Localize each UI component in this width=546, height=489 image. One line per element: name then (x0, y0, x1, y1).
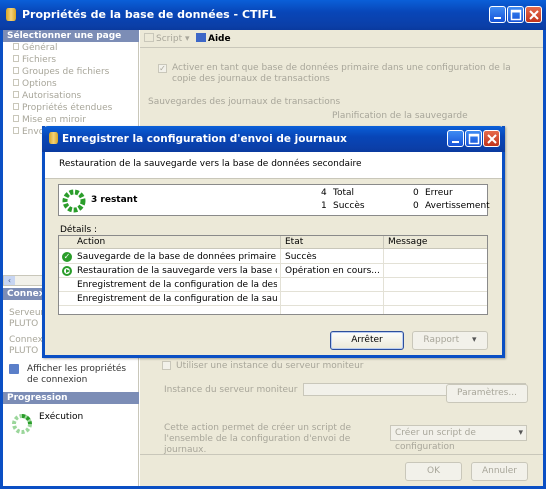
monitor-instance-label: Instance du serveur moniteur (164, 385, 298, 395)
page-icon (13, 103, 19, 110)
error-label: Erreur (425, 188, 453, 198)
view-properties-text: Afficher les propriétés de connexion (27, 364, 127, 385)
warning-label: Avertissement (425, 201, 490, 211)
grid-line (383, 249, 384, 314)
chevron-down-icon: ▾ (472, 335, 477, 345)
create-script-dropdown[interactable]: Créer un script de configuration ▾ (390, 425, 527, 452)
progress-spinner-icon (11, 413, 33, 435)
page-icon (13, 67, 19, 74)
script-note: Cette action permet de créer un script d… (164, 423, 351, 455)
stop-button[interactable]: Arrêter (330, 331, 404, 350)
row-action: Enregistrement de la configuration de la… (77, 294, 277, 304)
dialog-minimize-button[interactable] (447, 130, 464, 147)
backup-schedule-label: Planification de la sauvegarde (332, 111, 468, 121)
script-icon (144, 33, 154, 42)
sidebar-item-mirroring[interactable]: Mise en miroir (13, 115, 86, 125)
details-grid[interactable]: Action État Message ✓ Sauvegarde de la b… (58, 235, 488, 315)
cancel-button[interactable]: Annuler (471, 462, 528, 481)
dialog-title-bar[interactable]: Enregistrer la configuration d'envoi de … (42, 126, 505, 152)
backups-section-label: Sauvegardes des journaux de transactions (148, 97, 341, 107)
column-state[interactable]: État (285, 237, 380, 247)
help-icon (196, 33, 206, 42)
column-message[interactable]: Message (388, 237, 487, 247)
dialog-subtitle: Restauration de la sauvegarde vers la ba… (59, 159, 362, 169)
sidebar-item-options[interactable]: Options (13, 79, 57, 89)
grid-line (280, 249, 281, 314)
database-icon (49, 132, 58, 144)
error-value: 0 (413, 188, 419, 198)
maximize-button[interactable] (507, 6, 524, 23)
column-divider (280, 236, 281, 249)
parameters-button[interactable]: Paramètres... (446, 384, 528, 403)
enable-primary-checkbox[interactable]: ✓ (158, 64, 167, 73)
table-row[interactable]: ✓ Sauvegarde de la base de données prima… (59, 250, 487, 264)
enable-primary-label: Activer en tant que base de données prim… (172, 63, 511, 84)
remaining-count: 3 restant (91, 195, 138, 205)
in-progress-icon (62, 266, 72, 276)
toolbar: Script ▾ Aide (140, 30, 543, 48)
row-action: Enregistrement de la configuration de la… (77, 280, 277, 290)
dialog-title: Enregistrer la configuration d'envoi de … (62, 133, 347, 145)
progress-ring-icon (62, 189, 86, 213)
server-value: PLUTO (9, 319, 39, 329)
dialog-close-button[interactable] (483, 130, 500, 147)
total-value: 4 (321, 188, 327, 198)
main-window-title: Propriétés de la base de données - CTIFL (22, 8, 277, 21)
chevron-down-icon: ▾ (518, 428, 523, 438)
success-label: Succès (333, 201, 365, 211)
close-button[interactable] (525, 6, 542, 23)
table-row[interactable]: Enregistrement de la configuration de la… (59, 278, 487, 292)
table-row[interactable]: Restauration de la sauvegarde vers la ba… (59, 264, 487, 278)
sidebar-item-permissions[interactable]: Autorisations (13, 91, 81, 101)
row-state: Succès (285, 252, 317, 262)
row-state: Opération en cours... (285, 266, 380, 276)
progress-status: Exécution (39, 412, 84, 422)
minimize-button[interactable] (489, 6, 506, 23)
column-divider (383, 236, 384, 249)
page-icon (13, 43, 19, 50)
sidebar-item-extended-properties[interactable]: Propriétés étendues (13, 103, 112, 113)
sidebar-item-general[interactable]: Général (13, 43, 57, 53)
scroll-left-icon[interactable]: ‹ (4, 276, 15, 285)
page-icon (13, 91, 19, 98)
sidebar-header: Sélectionner une page (3, 30, 139, 42)
row-action: Restauration de la sauvegarde vers la ba… (77, 266, 277, 276)
warning-value: 0 (413, 201, 419, 211)
database-icon (6, 8, 16, 21)
sidebar-item-filegroups[interactable]: Groupes de fichiers (13, 67, 109, 77)
dialog-maximize-button[interactable] (465, 130, 482, 147)
connection-value: PLUTO (9, 346, 39, 356)
page-icon (13, 127, 19, 134)
report-dropdown-button[interactable]: Rapport ▾ (412, 331, 488, 350)
grid-header: Action État Message (59, 236, 487, 249)
monitor-checkbox[interactable] (162, 361, 171, 370)
sidebar-item-files[interactable]: Fichiers (13, 55, 56, 65)
properties-icon (9, 364, 19, 374)
progress-header: Progression (3, 392, 139, 404)
success-check-icon: ✓ (62, 252, 72, 262)
main-title-bar[interactable]: Propriétés de la base de données - CTIFL (0, 0, 546, 30)
success-value: 1 (321, 201, 327, 211)
total-label: Total (333, 188, 355, 198)
details-label: Détails : (60, 225, 98, 235)
status-summary: 3 restant 4 Total 1 Succès 0 Erreur 0 Av… (58, 184, 490, 216)
table-row[interactable]: Enregistrement de la configuration de la… (59, 292, 487, 306)
page-icon (13, 79, 19, 86)
script-button[interactable]: Script ▾ (144, 33, 190, 44)
ok-button[interactable]: OK (405, 462, 462, 481)
column-action[interactable]: Action (77, 237, 277, 247)
dialog-header-area: Restauration de la sauvegarde vers la ba… (45, 152, 502, 179)
separator (140, 454, 543, 455)
monitor-checkbox-label: Utiliser une instance du serveur moniteu… (176, 361, 364, 371)
page-icon (13, 55, 19, 62)
help-button[interactable]: Aide (196, 33, 231, 44)
page-icon (13, 115, 19, 122)
server-label: Serveur (9, 308, 45, 318)
row-action: Sauvegarde de la base de données primair… (77, 252, 277, 262)
